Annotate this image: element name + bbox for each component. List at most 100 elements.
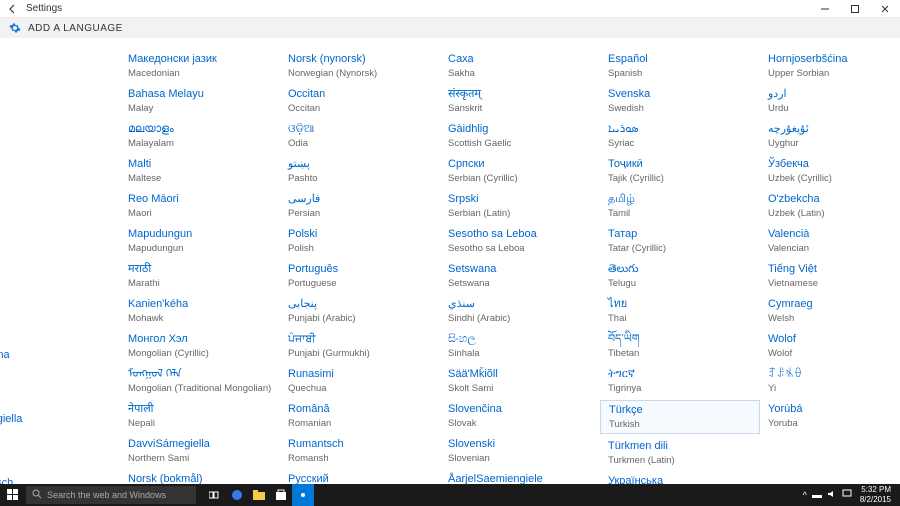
language-item[interactable]: Reo MāoriMaori (120, 190, 280, 222)
language-item[interactable]: தமிழ்Tamil (600, 190, 760, 222)
language-column: Македонски јазикMacedonianBahasa MelayuM… (120, 50, 280, 484)
language-item[interactable]: ਪੰਜਾਬੀPunjabi (Gurmukhi) (280, 330, 440, 362)
language-item[interactable]: Македонски јазикMacedonian (120, 50, 280, 82)
language-item[interactable] (0, 445, 120, 471)
language-english-name: da (0, 125, 114, 138)
language-item[interactable]: uergeschrgish (0, 474, 120, 484)
back-icon[interactable] (6, 2, 20, 16)
language-item[interactable]: ትግርኛTigrinya (600, 365, 760, 397)
language-item[interactable]: Bahasa MelayuMalay (120, 85, 280, 117)
language-item[interactable]: Türkmen diliTurkmen (Latin) (600, 437, 760, 469)
language-item[interactable] (0, 172, 120, 198)
close-button[interactable] (870, 0, 900, 18)
maximize-button[interactable] (840, 0, 870, 18)
language-item[interactable]: li (0, 143, 120, 169)
language-item[interactable]: پښتوPashto (280, 155, 440, 187)
language-item[interactable]: ЎзбекчаUzbek (Cyrillic) (760, 155, 900, 187)
language-item[interactable]: СахаSakha (440, 50, 600, 82)
language-item[interactable]: CymraegWelsh (760, 295, 900, 327)
language-item[interactable]: Sesotho sa LeboaSesotho sa Leboa (440, 225, 600, 257)
tray-network-icon[interactable] (812, 490, 822, 500)
language-item[interactable]: PolskiPolish (280, 225, 440, 257)
language-item[interactable] (0, 259, 120, 285)
language-item[interactable]: EspañolSpanish (600, 50, 760, 82)
language-item[interactable]: СрпскиSerbian (Cyrillic) (440, 155, 600, 187)
language-item[interactable] (0, 201, 120, 227)
taskview-icon[interactable] (204, 484, 226, 506)
language-item[interactable]: తెలుగుTelugu (600, 260, 760, 292)
language-item[interactable]: سنڌيSindhi (Arabic) (440, 295, 600, 327)
language-item[interactable]: Kanien'kéhaMohawk (120, 295, 280, 327)
language-item[interactable]: नेपालीNepali (120, 400, 280, 432)
language-item[interactable]: Монгол ХэлMongolian (Cyrillic) (120, 330, 280, 362)
language-item[interactable]: Sámegiellai (0, 410, 120, 442)
language-item[interactable]: ไทยThai (600, 295, 760, 327)
language-item[interactable]: བོད་ཡིགTibetan (600, 330, 760, 362)
language-item[interactable] (0, 381, 120, 407)
language-item[interactable]: RunasimiQuechua (280, 365, 440, 397)
language-item[interactable]: PortuguêsPortuguese (280, 260, 440, 292)
language-item[interactable]: Tiếng ViệtVietnamese (760, 260, 900, 292)
language-item[interactable]: ܣܘܪܝܝܐSyriac (600, 120, 760, 152)
language-item[interactable]: MapudungunMapudungun (120, 225, 280, 257)
language-item[interactable]: ⵍ (0, 79, 120, 105)
language-item[interactable]: SlovenčinaSlovak (440, 400, 600, 432)
language-item[interactable]: RumantschRomansh (280, 435, 440, 467)
language-item[interactable]: پنجابیPunjabi (Arabic) (280, 295, 440, 327)
taskbar-clock[interactable]: 5:32 PM 8/2/2015 (857, 485, 894, 505)
language-item[interactable]: ᠮᠣᠩᠭᠣᠯ ᠬᠡᠯᠡMongolian (Traditional Mongol… (120, 365, 280, 397)
language-item[interactable]: TürkçeTurkish (600, 400, 760, 434)
language-item[interactable]: ValenciàValencian (760, 225, 900, 257)
language-native-name: Yorùbá (768, 402, 900, 417)
language-item[interactable]: मराठीMarathi (120, 260, 280, 292)
language-item[interactable]: SlovenskiSlovenian (440, 435, 600, 467)
explorer-icon[interactable] (248, 484, 270, 506)
language-item[interactable] (0, 317, 120, 343)
language-item[interactable]: O'zbekchaUzbek (Latin) (760, 190, 900, 222)
language-item[interactable]: RomânăRomanian (280, 400, 440, 432)
language-item[interactable]: اردوUrdu (760, 85, 900, 117)
language-item[interactable]: संस्कृतम्Sanskrit (440, 85, 600, 117)
minimize-button[interactable] (810, 0, 840, 18)
language-item[interactable] (0, 288, 120, 314)
language-item[interactable]: Norsk (bokmål)Norwegian (Bokmål) (120, 470, 280, 484)
language-item[interactable]: УкраїнськаUkrainian (600, 472, 760, 484)
language-item[interactable]: ꆈꌠꁱꂷYi (760, 365, 900, 397)
language-item[interactable]: മലയാളംMalayalam (120, 120, 280, 152)
language-item[interactable]: OccitanOccitan (280, 85, 440, 117)
language-item[interactable]: ТатарTatar (Cyrillic) (600, 225, 760, 257)
store-icon[interactable] (270, 484, 292, 506)
settings-taskbar-icon[interactable] (292, 484, 314, 506)
tray-chevron-icon[interactable]: ^ (803, 490, 807, 500)
language-item[interactable]: ТоҷикӣTajik (Cyrillic) (600, 155, 760, 187)
start-button[interactable] (0, 484, 26, 506)
taskbar-search[interactable]: Search the web and Windows (26, 486, 196, 504)
language-item[interactable]: فارسیPersian (280, 190, 440, 222)
language-item[interactable]: Norsk (nynorsk)Norwegian (Nynorsk) (280, 50, 440, 82)
language-item[interactable] (0, 230, 120, 256)
language-item[interactable] (0, 50, 120, 76)
language-item[interactable]: ÅarjelSaemiengieleSouthern Sami (440, 470, 600, 484)
language-native-name: Kanien'kéha (128, 297, 274, 312)
tray-volume-icon[interactable] (827, 489, 837, 501)
language-item[interactable]: SvenskaSwedish (600, 85, 760, 117)
language-item[interactable]: සිංහලSinhala (440, 330, 600, 362)
language-item[interactable]: SetswanaSetswana (440, 260, 600, 292)
language-item[interactable]: ଓଡ଼ିଆOdia (280, 120, 440, 152)
tray-notifications-icon[interactable] (842, 489, 852, 501)
language-item[interactable]: РусскийRussian (280, 470, 440, 484)
edge-icon[interactable] (226, 484, 248, 506)
language-item[interactable]: arbščinaian (0, 346, 120, 378)
language-item[interactable]: DavviSámegiellaNorthern Sami (120, 435, 280, 467)
language-native-name: فارسی (288, 192, 434, 207)
language-item[interactable]: MaltiMaltese (120, 155, 280, 187)
language-english-name: Welsh (768, 312, 900, 325)
language-item[interactable]: Sää'MǩiõllSkolt Sami (440, 365, 600, 397)
language-item[interactable]: YorùbáYoruba (760, 400, 900, 432)
language-item[interactable]: vandada (0, 108, 120, 140)
language-item[interactable]: ئۇيغۇرچەUyghur (760, 120, 900, 152)
language-item[interactable]: GàidhligScottish Gaelic (440, 120, 600, 152)
language-item[interactable]: SrpskiSerbian (Latin) (440, 190, 600, 222)
language-item[interactable]: HornjoserbšćinaUpper Sorbian (760, 50, 900, 82)
language-item[interactable]: WolofWolof (760, 330, 900, 362)
